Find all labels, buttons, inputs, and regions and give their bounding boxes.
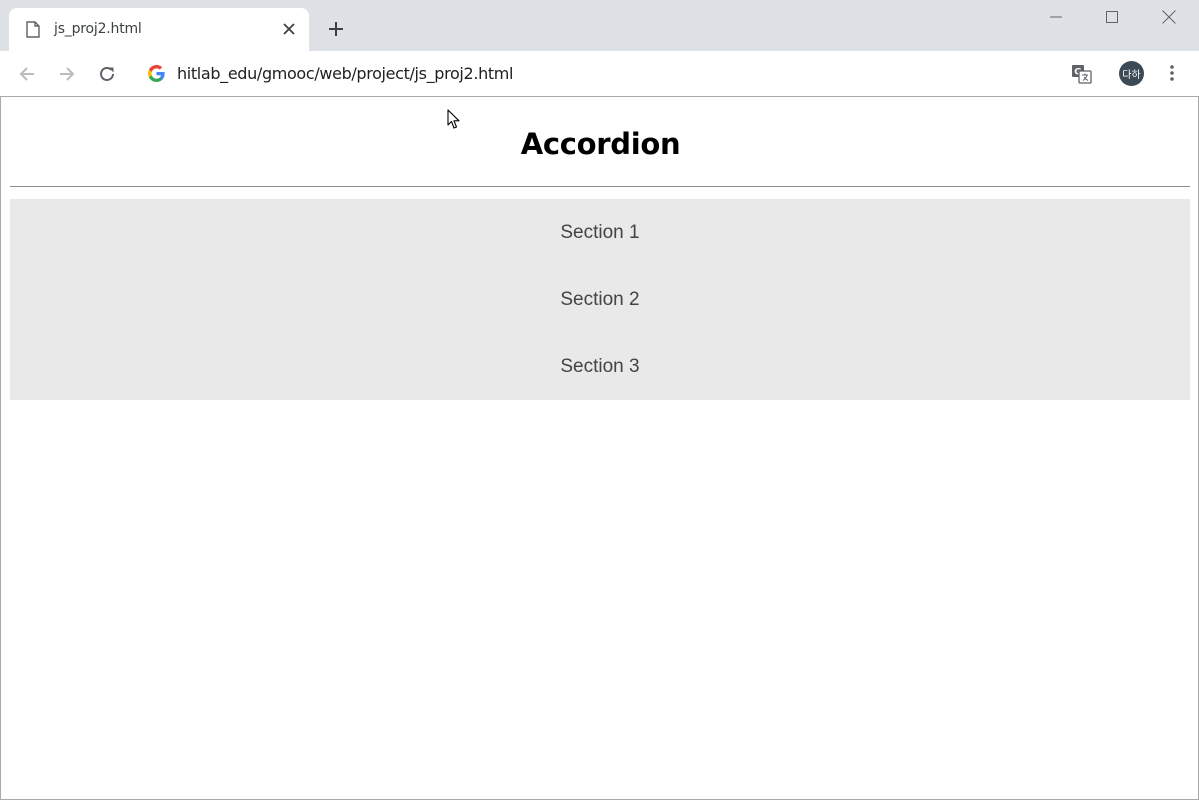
profile-avatar[interactable]: 다하 bbox=[1119, 61, 1144, 86]
page-content: Accordion Section 1 Section 2 Section 3 bbox=[0, 97, 1199, 800]
horizontal-rule bbox=[10, 186, 1190, 187]
accordion: Section 1 Section 2 Section 3 bbox=[10, 199, 1190, 400]
accordion-section-3[interactable]: Section 3 bbox=[10, 333, 1190, 400]
document-icon bbox=[26, 21, 40, 38]
window-close-icon bbox=[1162, 10, 1176, 24]
accordion-section-2[interactable]: Section 2 bbox=[10, 266, 1190, 333]
kebab-menu-icon bbox=[1170, 65, 1174, 81]
browser-menu-button[interactable] bbox=[1160, 61, 1184, 85]
minimize-icon bbox=[1050, 16, 1062, 18]
page-title: Accordion bbox=[520, 127, 681, 161]
minimize-button[interactable] bbox=[1033, 4, 1079, 30]
back-arrow-icon bbox=[19, 67, 34, 81]
maximize-icon bbox=[1106, 11, 1118, 23]
tab-title: js_proj2.html bbox=[54, 21, 142, 37]
browser-tab[interactable]: js_proj2.html bbox=[9, 8, 309, 51]
back-button[interactable] bbox=[14, 61, 40, 87]
accordion-section-1[interactable]: Section 1 bbox=[10, 199, 1190, 266]
address-bar-url[interactable]: hitlab_edu/gmooc/web/project/js_proj2.ht… bbox=[177, 64, 513, 83]
new-tab-button[interactable] bbox=[324, 17, 348, 41]
translate-icon[interactable]: G bbox=[1071, 64, 1092, 84]
mouse-cursor-icon bbox=[447, 109, 460, 129]
browser-titlebar: js_proj2.html bbox=[0, 0, 1199, 51]
window-close-button[interactable] bbox=[1146, 4, 1192, 30]
reload-icon bbox=[100, 67, 114, 81]
plus-icon bbox=[329, 22, 343, 36]
tab-close-button[interactable] bbox=[281, 21, 297, 37]
maximize-button[interactable] bbox=[1089, 4, 1135, 30]
google-icon bbox=[148, 65, 165, 82]
forward-button[interactable] bbox=[54, 61, 80, 87]
close-icon bbox=[283, 23, 295, 35]
forward-arrow-icon bbox=[60, 67, 75, 81]
browser-toolbar: hitlab_edu/gmooc/web/project/js_proj2.ht… bbox=[0, 51, 1199, 97]
reload-button[interactable] bbox=[94, 61, 120, 87]
